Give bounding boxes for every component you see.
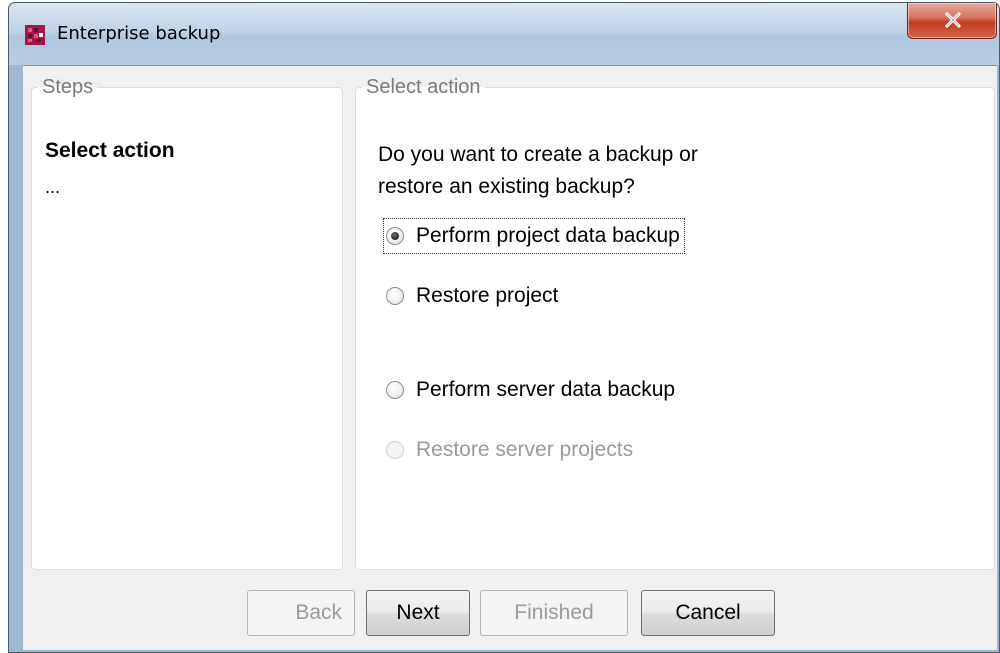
- radio-label: Perform project data backup: [416, 224, 680, 247]
- radio-button-checked[interactable]: [386, 227, 404, 245]
- dialog-window: Enterprise backup Steps Select action ..…: [8, 2, 1000, 653]
- select-action-panel: Select action Do you want to create a ba…: [355, 76, 995, 570]
- select-action-legend: Select action: [366, 76, 481, 98]
- dialog-body: Steps Select action ... Select action Do…: [23, 65, 997, 650]
- question-text: Do you want to create a backup or restor…: [378, 139, 798, 203]
- cancel-button[interactable]: Cancel: [641, 590, 775, 636]
- steps-legend: Steps: [42, 76, 94, 98]
- window-title: Enterprise backup: [57, 23, 221, 44]
- step-current: Select action: [45, 139, 175, 162]
- radio-label: Restore server projects: [416, 438, 634, 461]
- radio-button[interactable]: [386, 381, 404, 399]
- radio-option-restore-server: Restore server projects: [386, 435, 633, 465]
- steps-panel: Steps Select action ...: [31, 76, 343, 570]
- radio-option-server-backup[interactable]: Perform server data backup: [386, 375, 675, 405]
- close-icon: [945, 12, 961, 28]
- finished-button: Finished: [480, 590, 628, 636]
- app-logo-icon: [25, 25, 45, 45]
- question-line-1: Do you want to create a backup or: [378, 143, 698, 166]
- step-ellipsis: ...: [45, 177, 61, 197]
- back-button: Back: [247, 590, 355, 636]
- next-button[interactable]: Next: [366, 590, 470, 636]
- radio-button-disabled: [386, 441, 404, 459]
- radio-button[interactable]: [386, 287, 404, 305]
- close-button[interactable]: [907, 3, 997, 39]
- question-line-2: restore an existing backup?: [378, 175, 635, 198]
- radio-label: Restore project: [416, 284, 559, 307]
- title-bar[interactable]: Enterprise backup: [9, 3, 999, 65]
- radio-label: Perform server data backup: [416, 378, 676, 401]
- radio-option-restore-project[interactable]: Restore project: [386, 281, 558, 311]
- radio-option-project-backup[interactable]: Perform project data backup: [383, 218, 685, 254]
